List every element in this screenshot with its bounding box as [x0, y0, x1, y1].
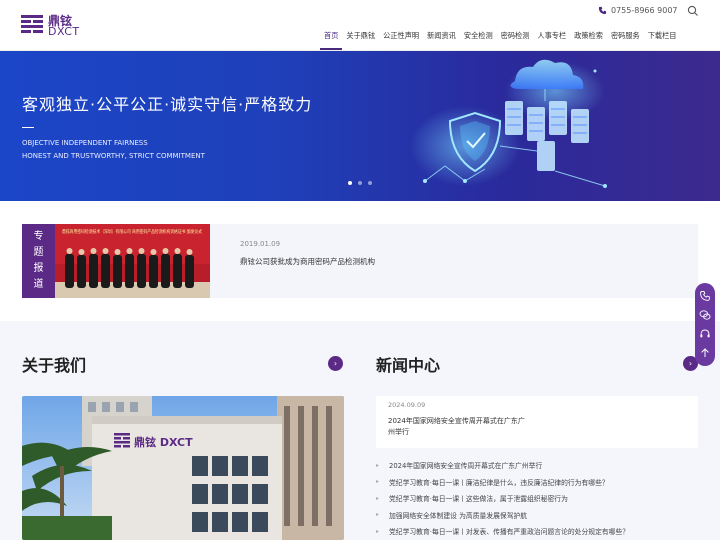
news-feature-date: 2024.09.09 — [388, 401, 426, 409]
special-report-tag: 专 题 报 道 — [22, 224, 55, 298]
phone-icon — [598, 6, 607, 15]
site-header: 鼎铉 DXCT 0755-8966 9007 首页 关于鼎铉 公正性声明 新闻资… — [0, 0, 720, 51]
tag-char: 报 — [33, 263, 44, 274]
news-list-item[interactable]: ▸ 党纪学习教育·每日一课丨这些做法，属于泄露组织秘密行为 — [376, 490, 698, 507]
nav-about[interactable]: 关于鼎铉 — [342, 28, 379, 50]
arrow-right-icon: › — [333, 359, 338, 368]
nav-impartiality[interactable]: 公正性声明 — [379, 28, 423, 50]
special-report-title[interactable]: 鼎铉公司获批成为商用密码产品检测机构 — [240, 256, 375, 267]
bullet-icon: ▸ — [376, 511, 380, 519]
news-list: ▸ 2024年国家网络安全宣传周开幕式在广东广州举行 ▸ 党纪学习教育·每日一课丨廉… — [376, 457, 698, 540]
logo-en: DXCT — [48, 25, 80, 38]
building-sign: 鼎铉 DXCT — [134, 435, 193, 449]
slide-dot-1[interactable] — [348, 181, 352, 185]
news-item-title: 党纪学习教育·每日一课丨这些做法，属于泄露组织秘密行为 — [389, 495, 568, 504]
special-report-section: 专 题 报 道 鼎铉商用密码检测技术（深圳）有限公司 商用密码产品检测机构资格证… — [0, 201, 720, 321]
main-nav: 首页 关于鼎铉 公正性声明 新闻资讯 安全检测 密码检测 人事专栏 政策检索 密… — [320, 28, 680, 50]
nav-hr[interactable]: 人事专栏 — [533, 28, 570, 50]
nav-policy[interactable]: 政策检索 — [570, 28, 607, 50]
special-report-card[interactable]: 专 题 报 道 鼎铉商用密码检测技术（深圳）有限公司 商用密码产品检测机构资格证… — [22, 224, 698, 298]
hero-en-line2: HONEST AND TRUSTWORTHY, STRICT COMMITMEN… — [22, 152, 205, 160]
phone-number: 0755-8966 9007 — [611, 6, 678, 15]
about-title: 关于我们 — [22, 356, 87, 375]
news-item-title: 2024年国家网络安全宣传周开幕式在广东广州举行 — [389, 462, 543, 471]
slide-dot-2[interactable] — [358, 181, 362, 185]
floating-contact-bar — [695, 283, 715, 366]
hero-en-line1: OBJECTIVE INDEPENDENT FAIRNESS — [22, 139, 148, 147]
news-item-title: 党纪学习教育·每日一课丨廉洁纪律是什么，违反廉洁纪律的行为有哪些？ — [389, 478, 609, 487]
bullet-icon: ▸ — [376, 461, 380, 469]
wechat-icon[interactable] — [699, 309, 711, 321]
tag-char: 道 — [33, 279, 44, 290]
logo-mark-icon — [21, 15, 43, 33]
bullet-icon: ▸ — [376, 494, 380, 502]
hero-slogan: 客观独立·公平公正·诚实守信·严格致力 — [22, 95, 313, 114]
phone-icon[interactable] — [699, 290, 711, 302]
news-list-item[interactable]: ▸ 党纪学习教育·每日一课丨对发表、传播有严重政治问题言论的处分规定有哪些？ — [376, 523, 698, 540]
news-item-title: 加强网络安全体制建设 为高质量发展保驾护航 — [389, 511, 528, 520]
search-icon[interactable] — [687, 5, 699, 17]
hero-divider — [22, 127, 34, 128]
customer-service-icon[interactable] — [699, 328, 711, 340]
hero-banner[interactable]: 客观独立·公平公正·诚实守信·严格致力 OBJECTIVE INDEPENDEN… — [0, 51, 720, 201]
ceremony-photo-image: 鼎铉商用密码检测技术（深圳）有限公司 商用密码产品检测机构资格证书 颁发仪式 — [55, 224, 210, 298]
news-list-item[interactable]: ▸ 2024年国家网络安全宣传周开幕式在广东广州举行 — [376, 457, 698, 474]
news-title: 新闻中心 — [376, 356, 441, 375]
about-news-section: 关于我们 › 新闻中心 › 鼎铉 DXCT 2024.09.09 2024年国家… — [0, 321, 720, 540]
about-more-button[interactable]: › — [328, 356, 343, 371]
arrow-right-icon: › — [688, 359, 693, 368]
news-feature-card[interactable]: 2024.09.09 2024年国家网络安全宣传周开幕式在广东广州举行 — [376, 396, 698, 448]
nav-security-testing[interactable]: 安全检测 — [460, 28, 497, 50]
special-report-date: 2019.01.09 — [240, 240, 281, 248]
hotline: 0755-8966 9007 — [598, 6, 678, 15]
nav-home[interactable]: 首页 — [320, 28, 343, 50]
logo[interactable]: 鼎铉 DXCT — [21, 12, 85, 38]
nav-news[interactable]: 新闻资讯 — [423, 28, 460, 50]
news-feature-title: 2024年国家网络安全宣传周开幕式在广东广州举行 — [388, 417, 525, 436]
bullet-icon: ▸ — [376, 478, 380, 486]
banner-text: 鼎铉商用密码检测技术（深圳）有限公司 商用密码产品检测机构资格证书 颁发仪式 — [62, 228, 202, 235]
tag-char: 题 — [33, 247, 44, 258]
building-image: 鼎铉 DXCT — [22, 396, 344, 540]
back-to-top-icon[interactable] — [699, 347, 711, 359]
ceremony-photo[interactable]: 鼎铉商用密码检测技术（深圳）有限公司 商用密码产品检测机构资格证书 颁发仪式 — [55, 224, 210, 298]
cloud-security-illustration — [410, 59, 607, 188]
company-building-photo[interactable]: 鼎铉 DXCT — [22, 396, 344, 540]
bullet-icon: ▸ — [376, 527, 380, 535]
tag-char: 专 — [33, 231, 44, 242]
slide-dot-3[interactable] — [368, 181, 372, 185]
nav-crypto-testing[interactable]: 密码检测 — [497, 28, 534, 50]
news-list-item[interactable]: ▸ 党纪学习教育·每日一课丨廉洁纪律是什么，违反廉洁纪律的行为有哪些？ — [376, 474, 698, 491]
slide-indicators — [348, 181, 372, 185]
nav-downloads[interactable]: 下载栏目 — [644, 28, 681, 50]
news-list-item[interactable]: ▸ 加强网络安全体制建设 为高质量发展保驾护航 — [376, 507, 698, 524]
news-item-title: 党纪学习教育·每日一课丨对发表、传播有严重政治问题言论的处分规定有哪些？ — [389, 528, 630, 537]
nav-crypto-service[interactable]: 密码服务 — [607, 28, 644, 50]
